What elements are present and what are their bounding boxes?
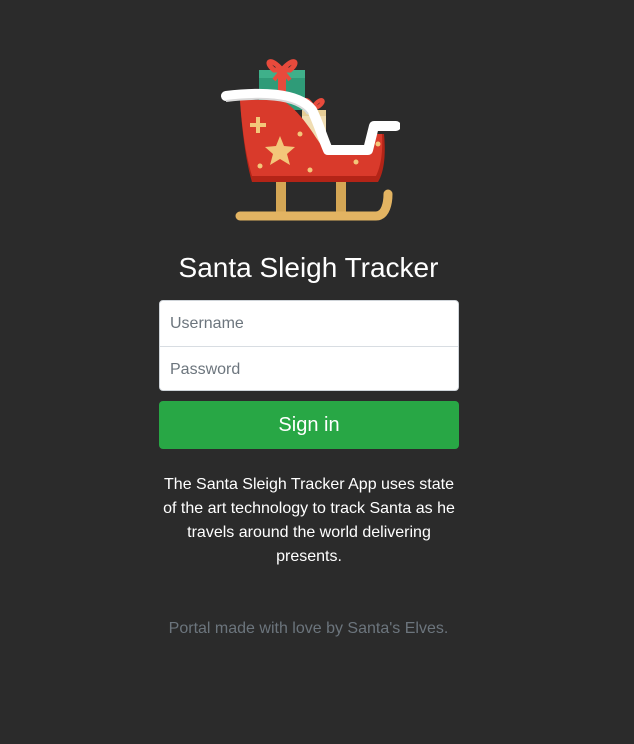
app-description: The Santa Sleigh Tracker App uses state …: [163, 476, 455, 565]
login-form: [159, 300, 459, 391]
password-input[interactable]: [160, 347, 458, 390]
sign-in-button[interactable]: Sign in: [159, 401, 459, 449]
footer-text: Portal made with love by Santa's Elves.: [168, 620, 449, 637]
sleigh-icon: [221, 59, 400, 221]
sleigh-logo: [218, 52, 400, 228]
username-input[interactable]: [160, 301, 458, 346]
app-title: Santa Sleigh Tracker: [178, 252, 439, 283]
